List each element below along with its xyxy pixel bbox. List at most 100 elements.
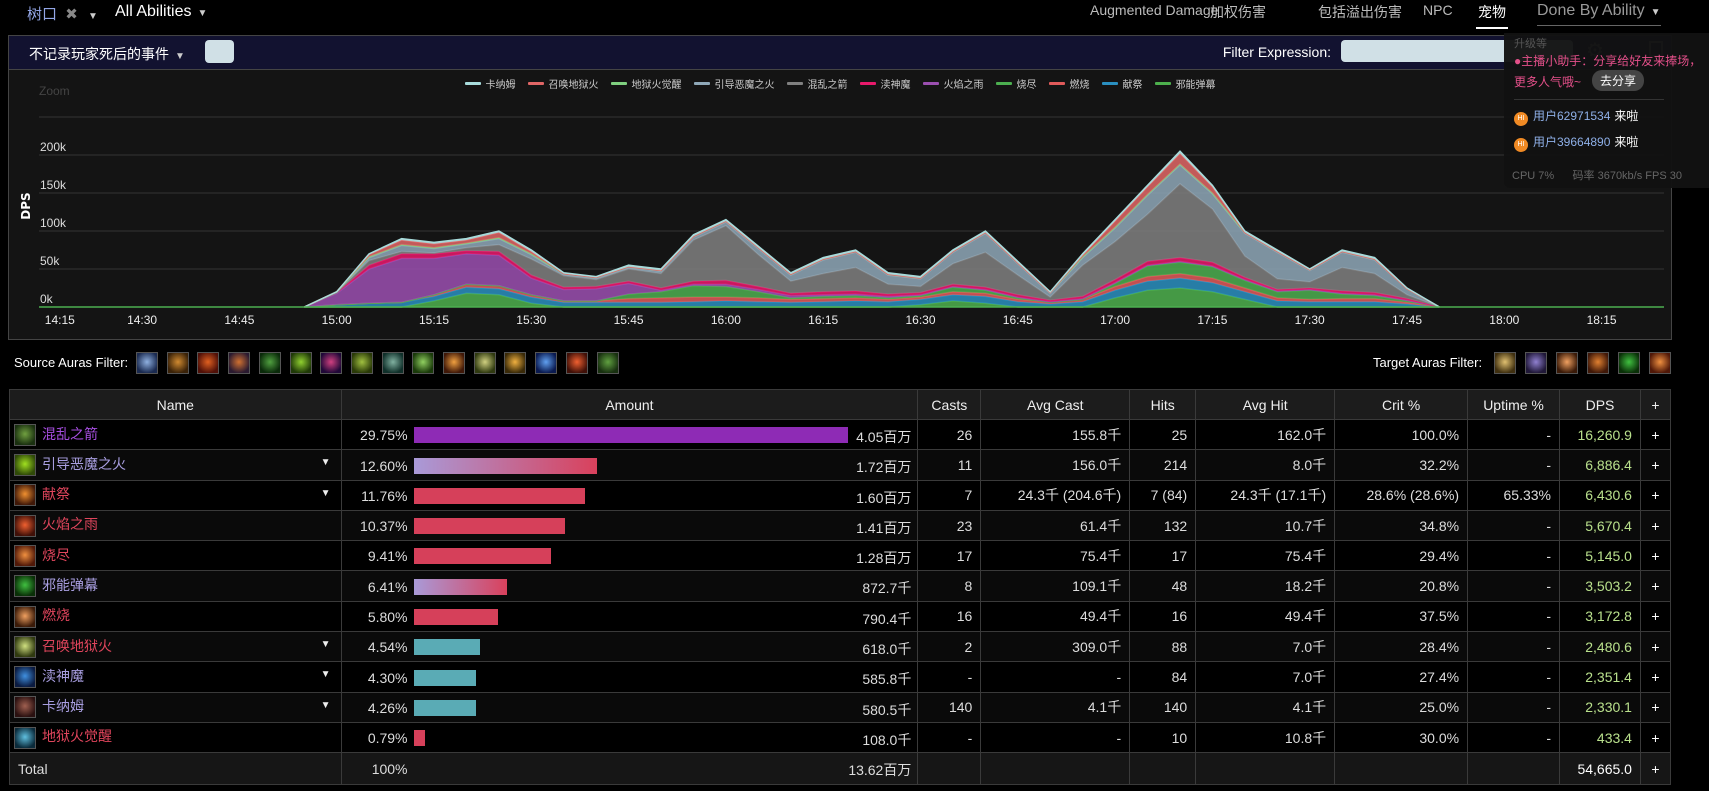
column-header-uptime-[interactable]: Uptime % xyxy=(1467,389,1560,420)
table-row[interactable]: 召唤地狱火 ▼ 4.54% 618.0千 2 309.0千 88 7.0千 28.4% -2,48… xyxy=(9,631,1672,663)
aura-filter-icon[interactable] xyxy=(381,352,404,374)
death-filter-dropdown[interactable]: 不记录玩家死后的事件 ▼ xyxy=(29,44,185,64)
add-column-button[interactable]: + xyxy=(1639,752,1672,786)
column-header-amount[interactable]: Amount xyxy=(340,389,919,420)
table-row[interactable]: 火焰之雨 10.37% 1.41百万 23 61.4千 132 10.7千 34.8% -5,6… xyxy=(9,509,1672,542)
aura-filter-icon[interactable] xyxy=(289,352,312,374)
tab-augmented-damage[interactable]: Augmented Damage xyxy=(1090,2,1218,23)
casts-cell: 140 xyxy=(917,691,982,723)
add-column-button[interactable]: + xyxy=(1639,600,1672,633)
aura-filter-icon[interactable] xyxy=(1556,352,1578,374)
expand-caret-icon[interactable]: ▼ xyxy=(321,488,331,499)
ability-name-link[interactable]: 燃烧 xyxy=(42,607,70,623)
column-header-avg-cast[interactable]: Avg Cast xyxy=(980,389,1131,420)
aura-filter-icon[interactable] xyxy=(596,352,619,374)
ability-name-cell[interactable]: 献祭 ▼ xyxy=(9,479,342,511)
aura-filter-icon[interactable] xyxy=(1525,352,1547,374)
empty-cell xyxy=(1334,752,1469,786)
ability-name-link[interactable]: 烧尽 xyxy=(42,547,70,563)
ability-name-link[interactable]: 火焰之雨 xyxy=(42,516,98,532)
aura-filter-icon[interactable] xyxy=(1618,352,1640,374)
filter-toggle-box[interactable] xyxy=(205,40,234,63)
column-header-crit-[interactable]: Crit % xyxy=(1334,389,1469,420)
ability-name-link[interactable]: 渎神魔 xyxy=(42,668,84,684)
ability-name-link[interactable]: 邪能弹幕 xyxy=(42,577,98,593)
ability-name-cell[interactable]: 卡纳姆 ▼ xyxy=(9,691,342,723)
ability-name-cell[interactable]: 燃烧 xyxy=(9,600,342,633)
add-column-button[interactable]: + xyxy=(1639,661,1672,693)
table-row[interactable]: 地狱火觉醒 0.79% 108.0千 - -10 10.8千 30.0% -433.4 + xyxy=(9,721,1672,754)
tab-weighted-damage[interactable]: 加权伤害 xyxy=(1210,2,1266,27)
aura-filter-icon[interactable] xyxy=(473,352,496,374)
aura-filter-icon[interactable] xyxy=(1587,352,1609,374)
table-row[interactable]: 混乱之箭 29.75% 4.05百万 26 155.8千 25 162.0千 100.0% -1… xyxy=(9,418,1672,451)
aura-filter-icon[interactable] xyxy=(535,352,558,374)
ability-name-cell[interactable]: 火焰之雨 xyxy=(9,509,342,542)
aura-filter-icon[interactable] xyxy=(1494,352,1516,374)
tab-npc[interactable]: NPC xyxy=(1423,2,1453,23)
ability-name-link[interactable]: 召唤地狱火 xyxy=(42,638,112,654)
ability-name-link[interactable]: 混乱之箭 xyxy=(42,426,98,442)
add-column-button[interactable]: + xyxy=(1639,631,1672,663)
aura-filter-icon[interactable] xyxy=(197,352,220,374)
aura-filter-icon[interactable] xyxy=(565,352,588,374)
add-column-button[interactable]: + xyxy=(1639,509,1672,542)
ability-name-link[interactable]: 地狱火觉醒 xyxy=(42,728,112,744)
aura-filter-icon[interactable] xyxy=(1649,352,1671,374)
share-button[interactable]: 去分享 xyxy=(1592,70,1645,91)
column-header-casts[interactable]: Casts xyxy=(917,389,982,420)
ability-name-link[interactable]: 引导恶魔之火 xyxy=(42,456,126,472)
column-header-dps[interactable]: DPS xyxy=(1559,389,1641,420)
column-header-avg-hit[interactable]: Avg Hit xyxy=(1195,389,1336,420)
add-column-button[interactable]: + xyxy=(1639,540,1672,572)
amount-cell: 12.60% 1.72百万 xyxy=(340,449,919,481)
ability-name-cell[interactable]: 渎神魔 ▼ xyxy=(9,661,342,693)
table-row[interactable]: 燃烧 5.80% 790.4千 16 49.4千 16 49.4千 37.5% -3,172.8… xyxy=(9,600,1672,633)
table-row[interactable]: 烧尽 9.41% 1.28百万 17 75.4千 17 75.4千 29.4% -5,145.0… xyxy=(9,540,1672,572)
expand-caret-icon[interactable]: ▼ xyxy=(321,669,331,680)
ability-name-cell[interactable]: 引导恶魔之火 ▼ xyxy=(9,449,342,481)
add-column-button[interactable]: + xyxy=(1639,691,1672,723)
ability-name-cell[interactable]: 烧尽 xyxy=(9,540,342,572)
aura-filter-icon[interactable] xyxy=(166,352,189,374)
aura-filter-icon[interactable] xyxy=(258,352,281,374)
expand-caret-icon[interactable]: ▼ xyxy=(321,639,331,650)
aura-filter-icon[interactable] xyxy=(320,352,343,374)
aura-filter-icon[interactable] xyxy=(504,352,527,374)
spell-icon xyxy=(14,544,36,567)
add-column-button[interactable]: + xyxy=(1639,479,1672,511)
ability-name-cell[interactable]: 地狱火觉醒 xyxy=(9,721,342,754)
aura-filter-icon[interactable] xyxy=(350,352,373,374)
table-row[interactable]: 献祭 ▼ 11.76% 1.60百万 7 24.3千 (204.6千) 7 (84) 24.3… xyxy=(9,479,1672,511)
expand-caret-icon[interactable]: ▼ xyxy=(321,457,331,468)
aura-filter-icon[interactable] xyxy=(412,352,435,374)
ability-name-link[interactable]: 卡纳姆 xyxy=(42,698,84,714)
column-header-+[interactable]: + xyxy=(1639,389,1672,420)
ability-name-link[interactable]: 献祭 xyxy=(42,486,70,502)
expand-caret-icon[interactable]: ▼ xyxy=(321,700,331,711)
table-row[interactable]: 引导恶魔之火 ▼ 12.60% 1.72百万 11 156.0千 214 8.0千 32.2% -… xyxy=(9,449,1672,481)
view-dropdown[interactable]: Done By Ability ▼ xyxy=(1537,2,1661,26)
add-column-button[interactable]: + xyxy=(1639,449,1672,481)
column-header-name[interactable]: Name xyxy=(9,389,342,420)
tab-include-overkill[interactable]: 包括溢出伤害 xyxy=(1318,2,1402,27)
tab-pets[interactable]: 宠物 xyxy=(1476,2,1508,29)
aura-filter-icon[interactable] xyxy=(228,352,251,374)
table-row[interactable]: 卡纳姆 ▼ 4.26% 580.5千 140 4.1千 140 4.1千 25.0% -2,330… xyxy=(9,691,1672,723)
table-row[interactable]: 渎神魔 ▼ 4.30% 585.8千 - -84 7.0千 27.4% -2,351.4 + xyxy=(9,661,1672,693)
uptime-cell: - xyxy=(1467,600,1560,633)
add-column-button[interactable]: + xyxy=(1639,418,1672,451)
ability-name-cell[interactable]: 召唤地狱火 ▼ xyxy=(9,631,342,663)
player-selector[interactable]: 树口 ✖ ▼ xyxy=(27,3,98,24)
ability-scope-dropdown[interactable]: All Abilities ▼ xyxy=(115,3,207,21)
ability-name-cell[interactable]: 混乱之箭 xyxy=(9,418,342,451)
table-row[interactable]: 邪能弹幕 6.41% 872.7千 8 109.1千 48 18.2千 20.8% -3,503… xyxy=(9,570,1672,602)
add-column-button[interactable]: + xyxy=(1639,721,1672,754)
column-header-hits[interactable]: Hits xyxy=(1129,389,1197,420)
add-column-button[interactable]: + xyxy=(1639,570,1672,602)
amount-value: 790.4千 xyxy=(862,610,912,627)
ability-name-cell[interactable]: 邪能弹幕 xyxy=(9,570,342,602)
close-icon[interactable]: ✖ xyxy=(65,6,78,23)
aura-filter-icon[interactable] xyxy=(136,352,158,374)
aura-filter-icon[interactable] xyxy=(443,352,465,374)
